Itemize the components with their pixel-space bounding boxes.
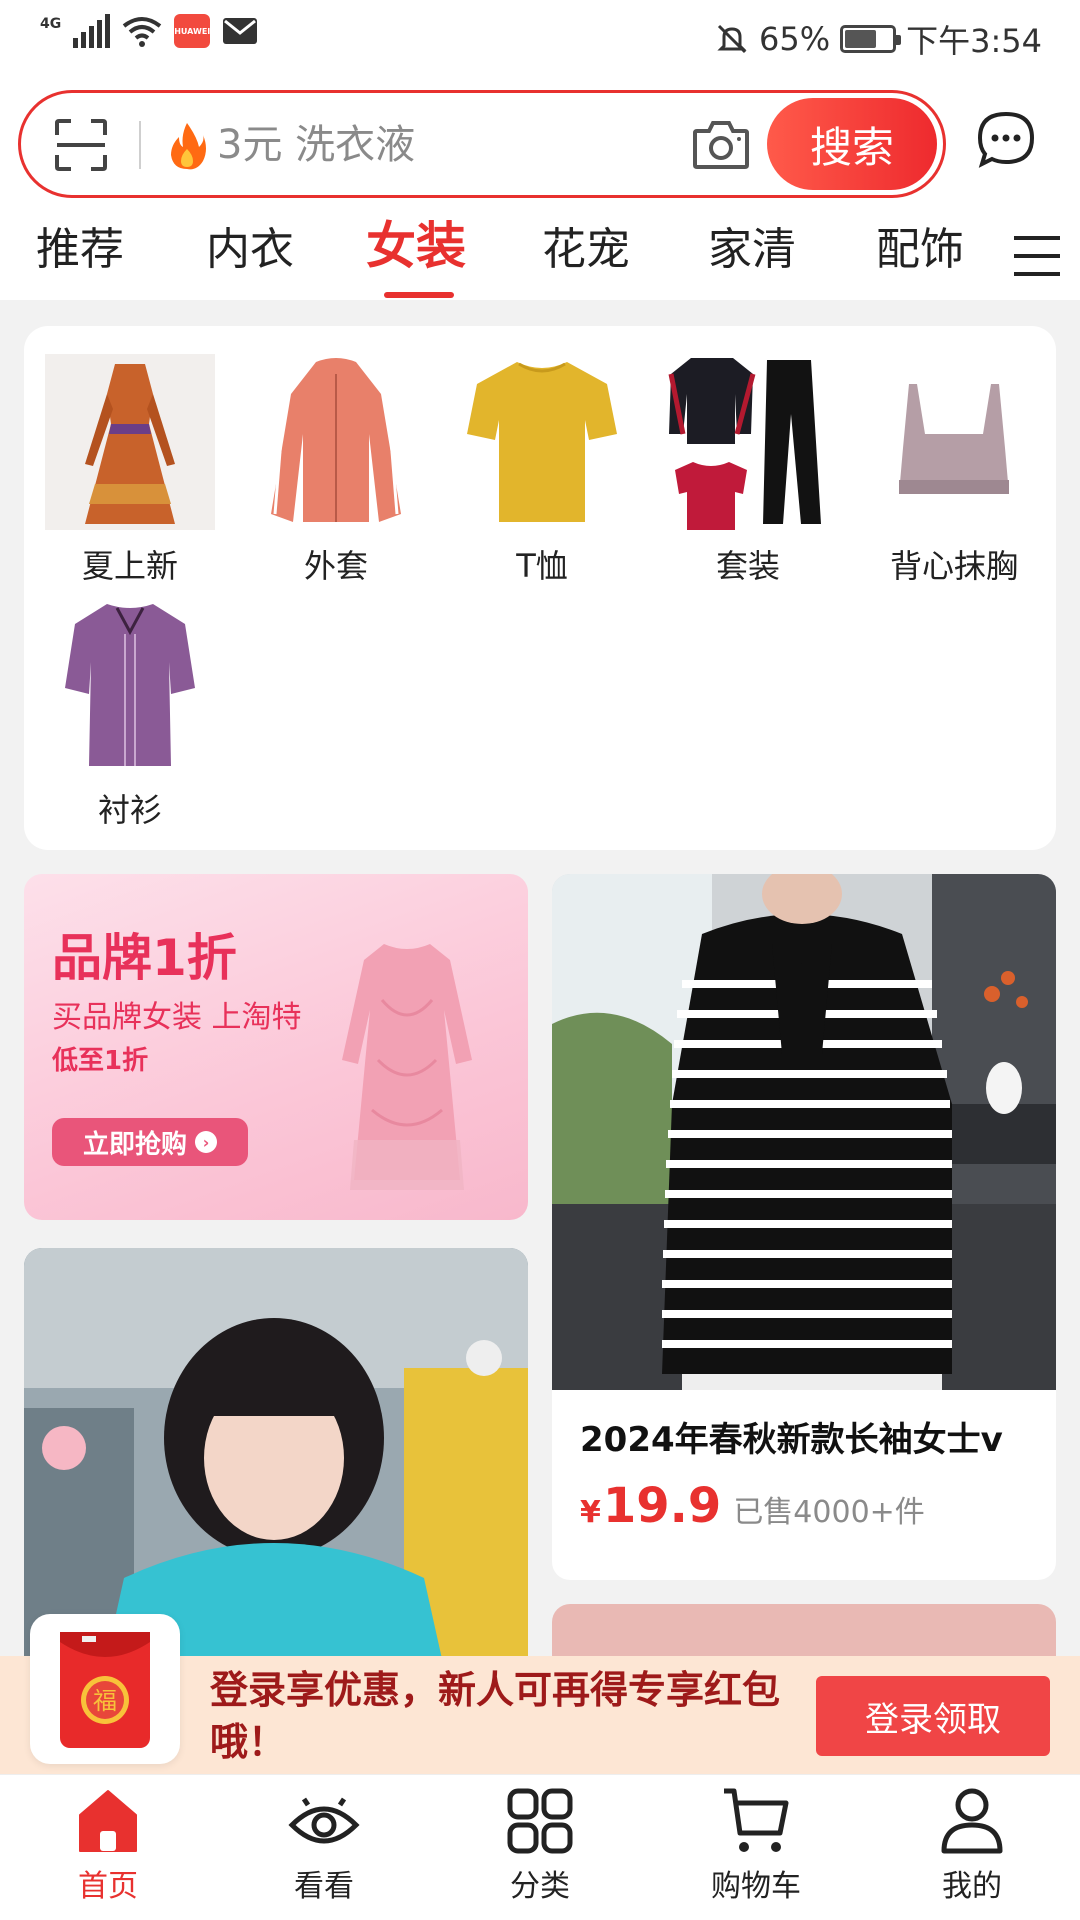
packet-char: 福 — [93, 1687, 117, 1715]
nav-profile[interactable]: 我的 — [902, 1785, 1042, 1905]
signal-icon — [73, 14, 111, 48]
home-icon — [79, 1790, 137, 1852]
striped-top-image — [552, 874, 1056, 1390]
subcategory-label: 外套 — [303, 547, 368, 585]
nav-home[interactable]: 首页 — [38, 1785, 178, 1905]
product-title: 2024年春秋新款长袖女士v — [580, 1420, 1003, 1460]
tab-underwear[interactable]: 内衣 — [206, 222, 294, 278]
purple-shirt-image — [45, 598, 215, 774]
nav-label: 购物车 — [711, 1869, 801, 1904]
category-tabs: 推荐 内衣 女装 花宠 家清 配饰 — [0, 204, 1080, 300]
subcategory-label: 夏上新 — [81, 547, 178, 585]
subcategory-label: 套装 — [715, 547, 780, 585]
currency-symbol: ¥ — [580, 1495, 601, 1530]
subcategory-camisole[interactable]: 背心抹胸 — [864, 354, 1044, 588]
subcategory-summer-new[interactable]: 夏上新 — [40, 354, 220, 588]
mute-bell-icon — [717, 24, 747, 54]
login-promo-banner[interactable]: 福 登录享优惠，新人可再得专享红包哦！ 登录领取 — [0, 1614, 1080, 1774]
status-bar: 4G HUAWEI 65% 下午3:54 — [0, 0, 1080, 74]
tab-recommend[interactable]: 推荐 — [36, 222, 124, 278]
chevron-right-icon: › — [195, 1131, 217, 1153]
grid-icon — [507, 1788, 573, 1854]
nav-label: 分类 — [510, 1869, 570, 1904]
camera-icon[interactable] — [691, 117, 751, 173]
buy-now-label: 立即抢购 — [82, 1129, 187, 1160]
nav-categories[interactable]: 分类 — [470, 1785, 610, 1905]
camisole-image — [869, 354, 1039, 530]
subcategory-shirt[interactable]: 衬衫 — [40, 598, 220, 832]
battery-icon — [840, 25, 902, 53]
subcategory-label: T恤 — [516, 547, 568, 585]
user-icon — [941, 1788, 1003, 1854]
search-placeholder: 3元 洗衣液 — [217, 122, 416, 168]
video-thumbnail-image — [24, 1248, 528, 1668]
subcategory-label: 衬衫 — [97, 791, 162, 829]
pink-jacket-image — [251, 354, 421, 530]
nav-label: 看看 — [294, 1869, 354, 1904]
search-input[interactable]: 3元 洗衣液 搜索 — [18, 90, 946, 198]
promo-title: 品牌1折 — [52, 929, 237, 987]
status-time: 下午3:54 — [906, 22, 1042, 60]
promo-discount-text: 低至1折 — [52, 1046, 149, 1076]
floral-dress-image — [45, 354, 215, 530]
subcategory-grid: 夏上新 外套 T恤 套装 背心抹胸 衬衫 — [24, 326, 1056, 850]
yellow-tshirt-image — [457, 354, 627, 530]
tab-womens-wear[interactable]: 女装 — [366, 218, 466, 274]
red-packet-icon: 福 — [30, 1614, 180, 1764]
subcategory-label: 背心抹胸 — [889, 547, 1018, 585]
tab-household-cleaning[interactable]: 家清 — [708, 222, 796, 278]
tracksuit-set-image — [663, 354, 833, 530]
login-promo-text: 登录享优惠，新人可再得专享红包哦！ — [210, 1668, 781, 1764]
battery-percent: 65% — [759, 20, 831, 58]
product-card[interactable]: 2024年春秋新款长袖女士v ¥ 19.9 已售4000+件 — [552, 874, 1056, 1580]
fire-icon — [171, 123, 206, 170]
nav-label: 我的 — [942, 1869, 1002, 1904]
tab-flowers-pets[interactable]: 花宠 — [542, 222, 630, 278]
scan-icon[interactable] — [53, 117, 109, 173]
chat-icon[interactable] — [974, 108, 1038, 172]
huawei-app-icon: HUAWEI — [174, 14, 210, 48]
price-row: ¥ 19.9 已售4000+件 — [580, 1478, 925, 1534]
product-price: 19.9 — [602, 1478, 722, 1534]
cart-icon — [724, 1788, 789, 1852]
nav-cart[interactable]: 购物车 — [686, 1785, 826, 1905]
nav-watch[interactable]: 看看 — [254, 1785, 394, 1905]
wifi-icon — [123, 17, 162, 47]
active-tab-indicator — [384, 292, 454, 298]
search-divider — [139, 121, 141, 169]
promo-subtitle: 买品牌女装 上淘特 — [52, 1000, 302, 1035]
pink-dress-image — [342, 944, 472, 1190]
video-feed-card[interactable] — [24, 1248, 528, 1668]
bottom-navigation: 首页 看看 分类 购物车 我的 — [0, 1774, 1080, 1920]
menu-icon[interactable] — [1012, 234, 1062, 278]
eye-icon — [288, 1797, 360, 1844]
login-claim-button[interactable]: 登录领取 — [816, 1676, 1050, 1756]
brand-promo-card[interactable]: 品牌1折 买品牌女装 上淘特 低至1折 立即抢购 › — [24, 874, 528, 1220]
subcategory-tshirt[interactable]: T恤 — [452, 354, 632, 588]
mail-icon — [223, 18, 258, 44]
subcategory-set[interactable]: 套装 — [658, 354, 838, 588]
buy-now-button[interactable]: 立即抢购 › — [52, 1118, 248, 1166]
nav-label: 首页 — [78, 1869, 138, 1904]
search-row: 3元 洗衣液 搜索 — [0, 74, 1080, 204]
subcategory-jacket[interactable]: 外套 — [246, 354, 426, 588]
network-type: 4G — [40, 16, 62, 32]
tab-accessories[interactable]: 配饰 — [876, 222, 964, 278]
sold-count: 已售4000+件 — [733, 1495, 925, 1530]
search-button[interactable]: 搜索 — [767, 98, 937, 190]
